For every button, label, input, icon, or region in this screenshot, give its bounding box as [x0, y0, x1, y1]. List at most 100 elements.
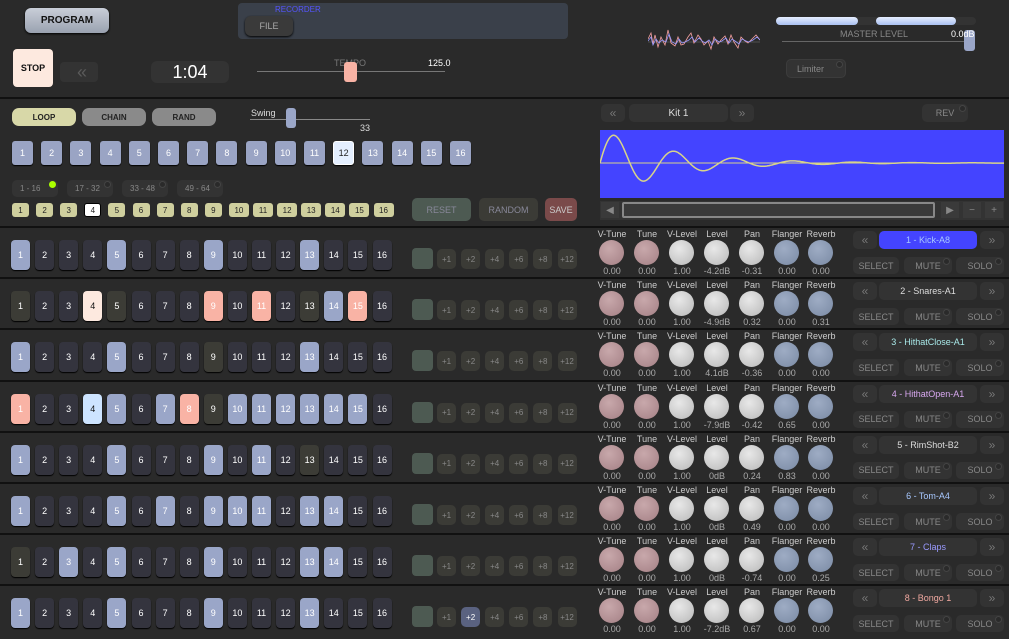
offset-button[interactable]: +1 [437, 505, 456, 525]
knob-v-tune[interactable] [599, 598, 624, 624]
knob-v-level[interactable] [669, 496, 694, 521]
offset-button[interactable]: +6 [509, 402, 529, 423]
step-button[interactable]: 10 [227, 444, 247, 475]
step-button[interactable]: 14 [324, 291, 344, 322]
mute-button[interactable]: MUTE [904, 564, 952, 582]
step-button[interactable]: 6 [131, 240, 151, 270]
step-button[interactable]: 16 [372, 547, 392, 578]
mute-button[interactable]: MUTE [904, 615, 952, 633]
offset-button[interactable]: +12 [557, 453, 577, 474]
knob-pan[interactable] [739, 444, 764, 470]
step-button[interactable]: 6 [131, 598, 151, 629]
knob-v-tune[interactable] [599, 393, 624, 419]
knob-v-tune[interactable] [599, 496, 624, 521]
knob-tune[interactable] [634, 598, 659, 624]
step-button[interactable]: 9 [203, 496, 223, 526]
track-mute-toggle[interactable] [412, 606, 433, 628]
step-button[interactable]: 2 [35, 291, 55, 322]
step-button[interactable]: 8 [179, 393, 199, 424]
step-button[interactable]: 11 [252, 598, 271, 629]
knob-reverb[interactable] [808, 496, 833, 521]
bank-button[interactable]: 17 - 32 [67, 180, 113, 197]
knob-flanger[interactable] [774, 291, 799, 317]
offset-button[interactable]: +4 [485, 351, 505, 372]
step-button[interactable]: 15 [348, 342, 368, 373]
knob-v-level[interactable] [669, 291, 694, 317]
knob-level[interactable] [704, 291, 729, 317]
step-button[interactable]: 4 [83, 342, 103, 373]
random-button[interactable]: RANDOM [479, 198, 538, 221]
knob-v-level[interactable] [669, 598, 694, 624]
channel-prev-button[interactable]: « [853, 333, 877, 352]
pattern-button[interactable]: 9 [245, 141, 267, 165]
step-button[interactable]: 1 [11, 444, 30, 475]
select-button[interactable]: SELECT [853, 461, 899, 479]
step-button[interactable]: 7 [155, 496, 175, 526]
step-button[interactable]: 2 [35, 598, 55, 629]
step-button[interactable]: 15 [348, 444, 368, 475]
channel-next-button[interactable]: » [980, 538, 1004, 557]
knob-reverb[interactable] [808, 547, 833, 573]
step-button[interactable]: 5 [107, 291, 127, 322]
knob-flanger[interactable] [774, 393, 799, 419]
page-button[interactable]: 1 [12, 203, 29, 217]
knob-pan[interactable] [739, 393, 764, 419]
step-button[interactable]: 12 [276, 444, 296, 475]
step-button[interactable]: 3 [59, 547, 79, 578]
mute-button[interactable]: MUTE [904, 359, 952, 377]
track-mute-toggle[interactable] [412, 299, 433, 321]
step-button[interactable]: 5 [107, 496, 127, 526]
pattern-button[interactable]: 16 [450, 141, 471, 165]
knob-reverb[interactable] [808, 598, 833, 624]
step-button[interactable]: 7 [155, 393, 175, 424]
offset-button[interactable]: +2 [461, 453, 481, 474]
step-button[interactable]: 8 [179, 598, 199, 629]
knob-reverb[interactable] [808, 393, 833, 419]
bank-button[interactable]: 1 - 16 [12, 180, 58, 197]
step-button[interactable]: 13 [300, 444, 320, 475]
offset-button[interactable]: +4 [485, 249, 505, 269]
step-button[interactable]: 15 [348, 291, 368, 322]
offset-button[interactable]: +12 [557, 351, 577, 372]
page-button[interactable]: 5 [108, 203, 126, 217]
loop-button[interactable]: LOOP [12, 108, 76, 126]
knob-flanger[interactable] [774, 444, 799, 470]
step-button[interactable]: 8 [179, 240, 199, 270]
pattern-button[interactable]: 15 [420, 141, 442, 165]
knob-v-tune[interactable] [599, 547, 624, 573]
step-button[interactable]: 6 [131, 342, 151, 373]
offset-button[interactable]: +4 [485, 505, 505, 525]
offset-button[interactable]: +12 [557, 505, 577, 525]
step-button[interactable]: 7 [155, 291, 175, 322]
step-button[interactable]: 9 [203, 444, 223, 475]
pattern-button[interactable]: 8 [216, 141, 238, 165]
scroll-thumb[interactable] [622, 202, 935, 218]
knob-flanger[interactable] [774, 342, 799, 368]
step-button[interactable]: 2 [35, 444, 55, 475]
offset-button[interactable]: +6 [509, 351, 529, 372]
step-button[interactable]: 3 [59, 240, 79, 270]
step-button[interactable]: 2 [35, 496, 55, 526]
page-button[interactable]: 16 [373, 203, 394, 217]
step-button[interactable]: 14 [324, 444, 344, 475]
step-button[interactable]: 11 [252, 496, 271, 526]
knob-level[interactable] [704, 393, 729, 419]
reverse-button[interactable]: REV [922, 104, 968, 122]
swing-slider-handle[interactable] [286, 108, 296, 128]
step-button[interactable]: 13 [300, 393, 320, 424]
knob-pan[interactable] [739, 547, 764, 573]
step-button[interactable]: 1 [11, 240, 30, 270]
step-button[interactable]: 6 [131, 496, 151, 526]
knob-level[interactable] [704, 342, 729, 368]
track-mute-toggle[interactable] [412, 452, 433, 474]
knob-level[interactable] [704, 496, 729, 521]
step-button[interactable]: 2 [35, 240, 55, 270]
step-button[interactable]: 10 [227, 598, 247, 629]
step-button[interactable]: 10 [227, 342, 247, 373]
offset-button[interactable]: +2 [461, 607, 481, 628]
swing-slider-track[interactable] [250, 119, 370, 120]
page-button[interactable]: 7 [156, 203, 174, 217]
step-button[interactable]: 8 [179, 547, 199, 578]
step-button[interactable]: 9 [203, 393, 223, 424]
track-mute-toggle[interactable] [412, 504, 433, 525]
